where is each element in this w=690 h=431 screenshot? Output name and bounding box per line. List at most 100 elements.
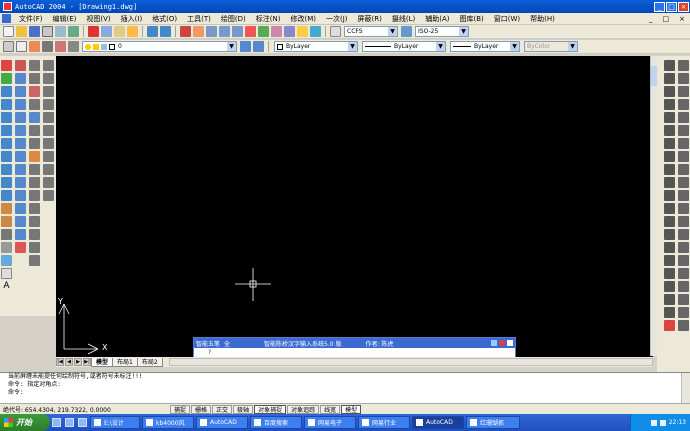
status-polar-button[interactable]: 极轴 [233, 404, 254, 414]
tool-a10-icon[interactable] [29, 177, 40, 188]
dim-text-edit-icon[interactable] [664, 229, 675, 240]
ime-settings-icon[interactable] [499, 340, 505, 346]
tool-b7-icon[interactable] [43, 138, 54, 149]
snap-quadrant-icon[interactable] [678, 138, 689, 149]
extend-icon[interactable] [15, 190, 26, 201]
snap-nearest-icon[interactable] [678, 216, 689, 227]
linear-dim-icon[interactable] [664, 60, 675, 71]
layer-tool-icon[interactable] [29, 41, 40, 52]
array-icon[interactable] [15, 112, 26, 123]
publish-icon[interactable] [68, 26, 79, 37]
menu-tools[interactable]: 工具(T) [182, 14, 216, 24]
snap-center-icon[interactable] [678, 125, 689, 136]
dim-tool-17-icon[interactable] [664, 268, 675, 279]
print-icon[interactable] [42, 26, 53, 37]
dim-edit-icon[interactable] [664, 216, 675, 227]
dim-style-select[interactable]: ISO-25 ▼ [415, 26, 469, 37]
match-properties-icon[interactable] [127, 26, 138, 37]
snap-tool-20-icon[interactable] [678, 307, 689, 318]
menu-line[interactable]: 摄线(L) [387, 14, 420, 24]
status-lwt-button[interactable]: 线宽 [320, 404, 341, 414]
chevron-down-icon[interactable]: ▼ [388, 27, 397, 36]
table-icon[interactable] [1, 268, 12, 279]
tab-model[interactable]: 模型 [91, 357, 114, 367]
document-icon[interactable] [2, 14, 11, 23]
snap-extension-icon[interactable] [678, 112, 689, 123]
tab-prev-button[interactable]: ◀ [65, 358, 73, 366]
region-icon[interactable] [1, 255, 12, 266]
help-icon[interactable] [310, 26, 321, 37]
tool-a11-icon[interactable] [29, 190, 40, 201]
command-prompt[interactable]: 命令: [0, 389, 690, 397]
close-button[interactable]: × [678, 1, 689, 12]
multiline-text-icon[interactable]: A [1, 281, 12, 292]
erase-icon[interactable] [15, 60, 26, 71]
maximize-button[interactable]: □ [666, 1, 677, 12]
move-icon[interactable] [15, 125, 26, 136]
make-block-icon[interactable] [1, 216, 12, 227]
snap-tool-17-icon[interactable] [678, 268, 689, 279]
menu-file[interactable]: 文件(F) [14, 14, 48, 24]
ime-mode-label[interactable]: 智能五笔 [196, 339, 220, 348]
tolerance-icon[interactable] [664, 190, 675, 201]
menu-assist[interactable]: 辅助(A) [420, 14, 454, 24]
insert-block-icon[interactable] [1, 203, 12, 214]
tool-b11-icon[interactable] [43, 190, 54, 201]
tool-palettes-icon[interactable] [271, 26, 282, 37]
ellipse-icon[interactable] [1, 177, 12, 188]
taskbar-task-active[interactable]: AutoCAD [412, 416, 464, 429]
mirror-icon[interactable] [15, 86, 26, 97]
taskbar-task[interactable]: 百度搜索 [250, 416, 302, 429]
chevron-down-icon[interactable]: ▼ [348, 42, 357, 51]
tool-a12-icon[interactable] [29, 203, 40, 214]
chevron-down-icon[interactable]: ▼ [227, 42, 236, 51]
snap-settings-icon[interactable] [678, 242, 689, 253]
tool-a3-icon[interactable] [29, 86, 40, 97]
tray-clock[interactable]: 22:13 [669, 419, 686, 426]
polygon-icon[interactable] [1, 99, 12, 110]
tool-a9-icon[interactable] [29, 164, 40, 175]
angular-dim-icon[interactable] [664, 125, 675, 136]
doc-close-button[interactable]: × [674, 15, 690, 23]
taskbar-task[interactable]: E:\设计 [90, 416, 140, 429]
break-icon[interactable] [15, 203, 26, 214]
tool-a2-icon[interactable] [29, 73, 40, 84]
linetype-select[interactable]: ByLayer ▼ [362, 41, 446, 52]
tool-a13-icon[interactable] [29, 216, 40, 227]
save-icon[interactable] [29, 26, 40, 37]
tool-b8-icon[interactable] [43, 151, 54, 162]
menu-dimension[interactable]: 标注(N) [251, 14, 286, 24]
tool-a4-icon[interactable] [29, 99, 40, 110]
tool-b5-icon[interactable] [43, 112, 54, 123]
menu-help[interactable]: 帮助(H) [525, 14, 560, 24]
arc-icon[interactable] [1, 125, 12, 136]
command-scrollbar[interactable] [681, 373, 690, 403]
status-ortho-button[interactable]: 正交 [212, 404, 233, 414]
snap-node-icon[interactable] [678, 203, 689, 214]
ime-input-bar[interactable]: 智能五笔 全 智能陈桥汉字输入系统5.0 版 作者: 陈虎 ? [193, 337, 516, 357]
start-button[interactable]: 开始 [0, 414, 50, 431]
aligned-dim-icon[interactable] [664, 73, 675, 84]
zoom-previous-icon[interactable] [232, 26, 243, 37]
drawing-vertical-scrollbar[interactable] [650, 56, 657, 356]
tool-b10-icon[interactable] [43, 177, 54, 188]
status-snap-button[interactable]: 捕捉 [170, 404, 191, 414]
tab-last-button[interactable]: ▶| [83, 358, 91, 366]
tool-a1-icon[interactable] [29, 60, 40, 71]
snap-parallel-icon[interactable] [678, 177, 689, 188]
snap-intersection-icon[interactable] [678, 86, 689, 97]
command-window[interactable]: 当前屏缠未能提任何绘制符号,或者符号未标注!!! 命令: 指定对角点: 命令: [0, 372, 690, 403]
menu-edit[interactable]: 编辑(E) [48, 14, 82, 24]
snap-midpoint-icon[interactable] [678, 73, 689, 84]
snap-none-icon[interactable] [678, 229, 689, 240]
ordinate-dim-icon[interactable] [664, 86, 675, 97]
trim-icon[interactable] [15, 177, 26, 188]
diameter-dim-icon[interactable] [664, 112, 675, 123]
dim-tool-18-icon[interactable] [664, 281, 675, 292]
snap-insert-icon[interactable] [678, 190, 689, 201]
properties-icon[interactable] [245, 26, 256, 37]
quicklaunch-desktop-icon[interactable] [65, 418, 74, 427]
menu-window[interactable]: 窗口(W) [489, 14, 525, 24]
taskbar-task[interactable]: AutoCAD [196, 416, 248, 429]
drawing-canvas[interactable]: Y X [56, 56, 653, 357]
